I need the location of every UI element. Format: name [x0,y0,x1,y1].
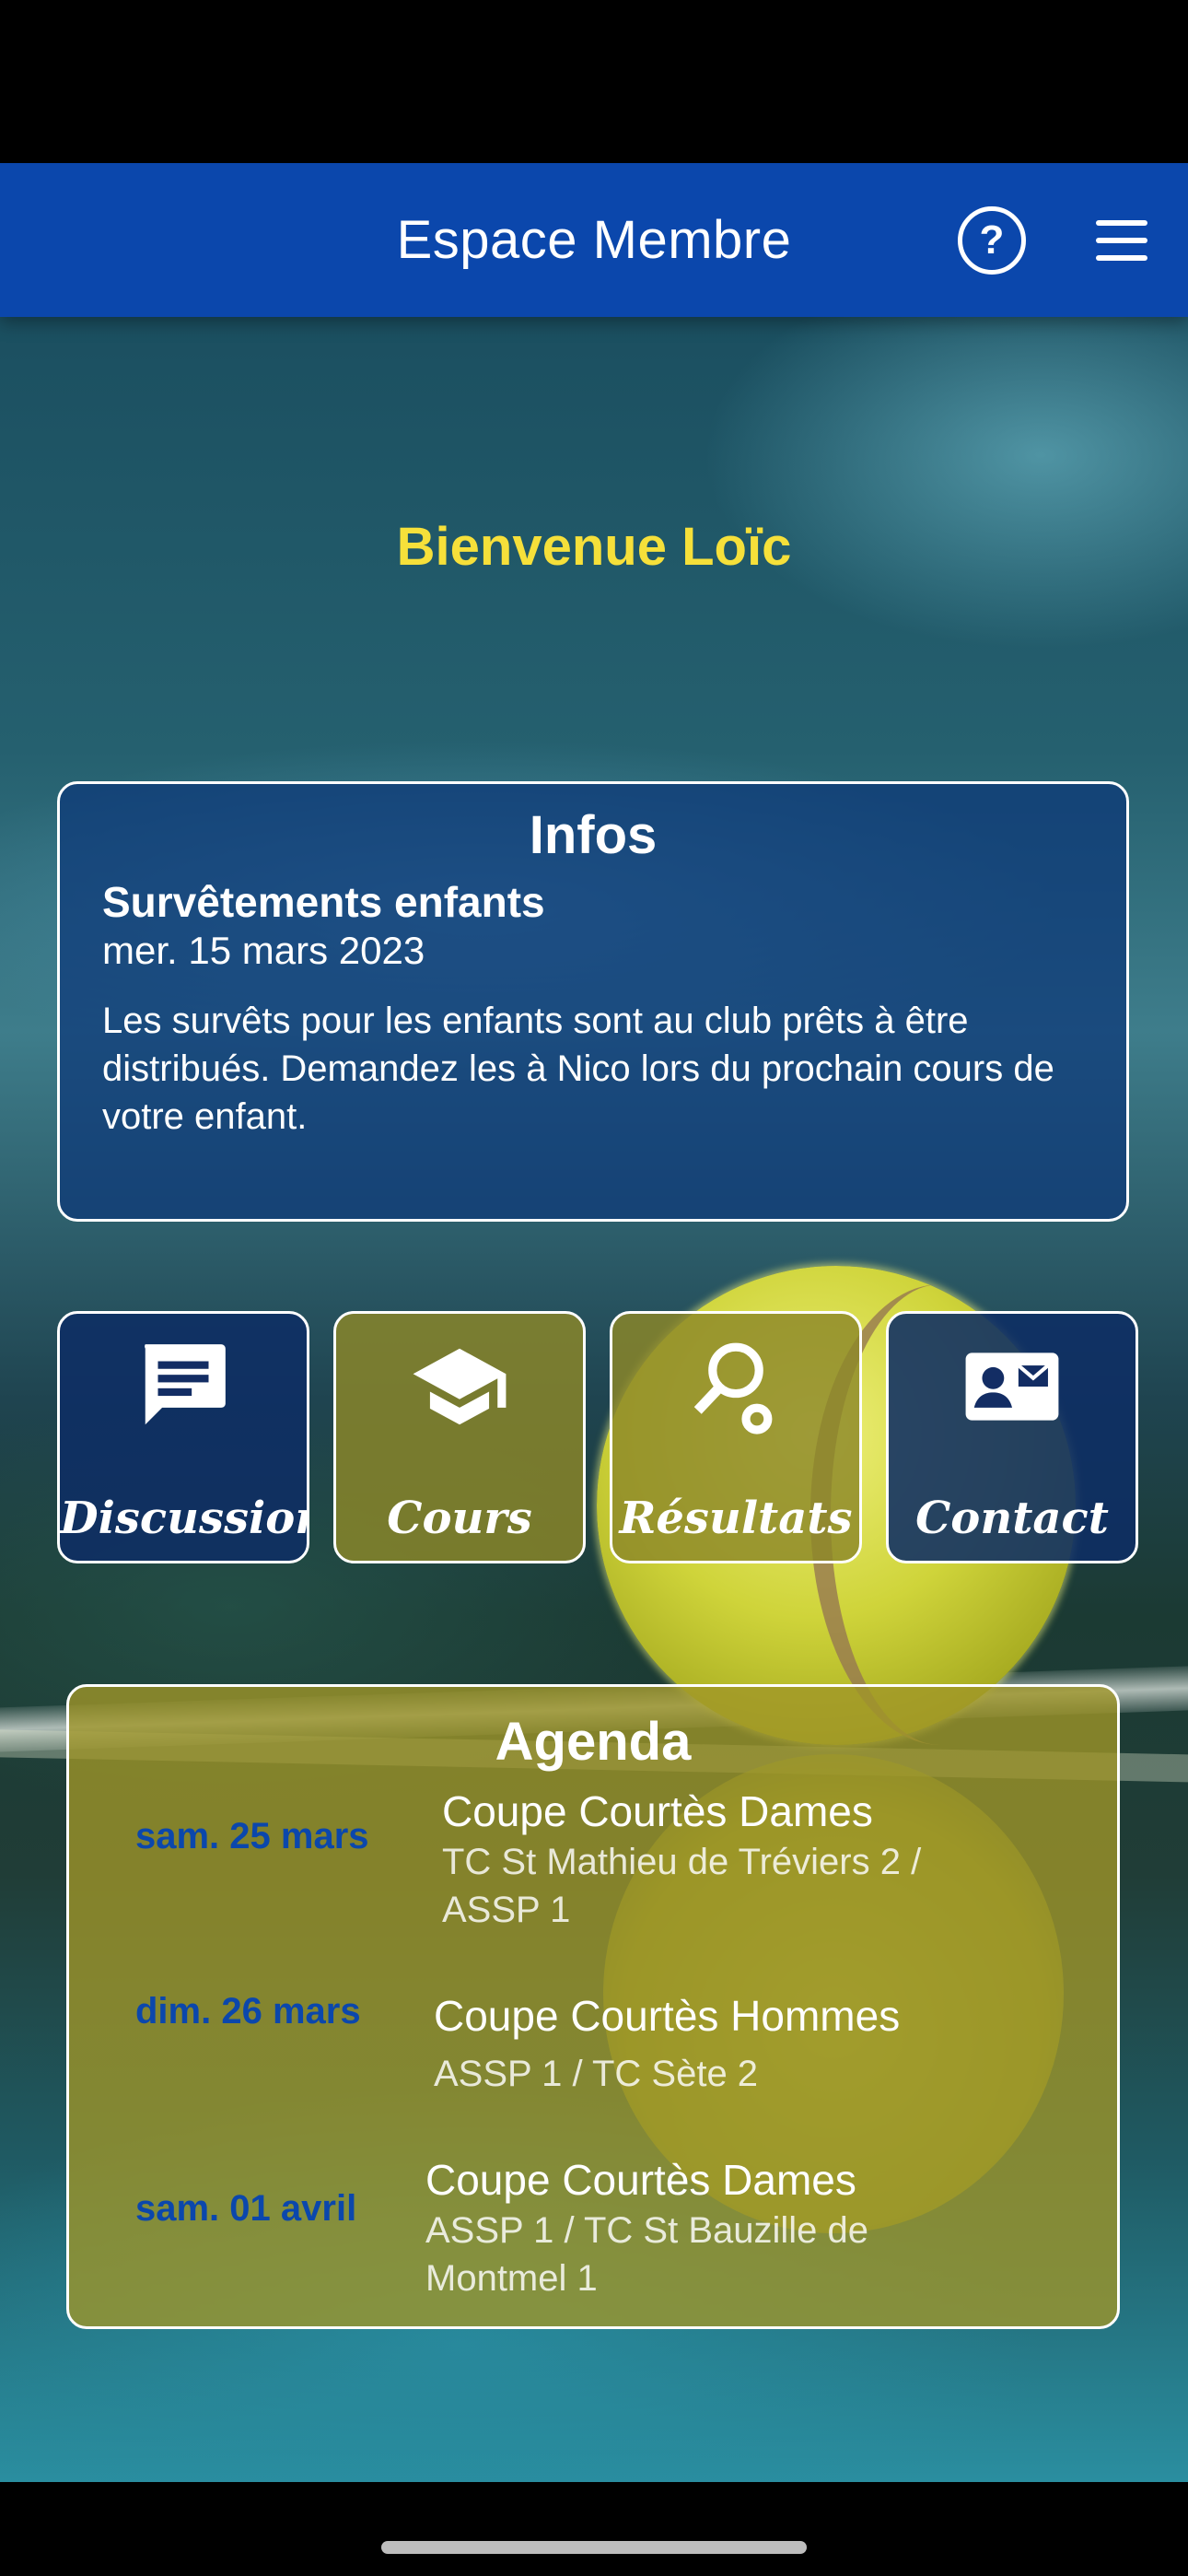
status-bar [0,0,1188,163]
tile-contact[interactable]: Contact [886,1311,1138,1563]
hamburger-menu-icon[interactable] [1096,219,1147,261]
news-body: Les survêts pour les enfants sont au clu… [102,1001,1054,1137]
contact-card-icon [889,1336,1136,1437]
agenda-event-detail: ASSP 1 / TC St Bauzille de Montmel 1 [425,2210,868,2299]
home-indicator[interactable] [381,2541,807,2554]
help-icon[interactable]: ? [958,205,1026,275]
welcome-message: Bienvenue Loïc [396,517,792,577]
tile-label: Résultats [619,1493,853,1544]
tennis-racket-icon [612,1336,859,1443]
app-header: Espace Membre ? [0,163,1188,317]
agenda-date: sam. 25 mars [135,1816,369,1856]
agenda-event-title: Coupe Courtès Dames [425,2156,856,2204]
agenda-event-detail: TC St Mathieu de Tréviers 2 / ASSP 1 [442,1842,922,1930]
agenda-date: sam. 01 avril [135,2188,357,2229]
tile-label: Contact [915,1493,1109,1544]
tile-resultats[interactable]: Résultats [610,1311,862,1563]
news-title: Survêtements enfants [102,878,545,926]
agenda-card[interactable]: Agenda sam. 25 mars Coupe Courtès Dames … [66,1684,1120,2329]
graduation-cap-icon [336,1336,583,1437]
tile-label: Discussions [60,1493,307,1544]
tile-cours[interactable]: Cours [333,1311,586,1563]
agenda-event-title: Coupe Courtès Dames [442,1787,873,1835]
news-date: mer. 15 mars 2023 [102,929,425,972]
tile-discussions[interactable]: Discussions [57,1311,309,1563]
agenda-title: Agenda [495,1712,692,1772]
chat-icon [60,1336,307,1437]
agenda-date: dim. 26 mars [135,1991,361,2032]
page-title: Espace Membre [396,210,792,270]
bottom-bar [0,2482,1188,2576]
tile-label: Cours [387,1493,532,1544]
infos-title: Infos [529,805,658,865]
agenda-event-title: Coupe Courtès Hommes [434,1992,901,2040]
agenda-event-detail: ASSP 1 / TC Sète 2 [434,2054,759,2094]
infos-card[interactable]: Infos Survêtements enfants mer. 15 mars … [57,781,1129,1222]
